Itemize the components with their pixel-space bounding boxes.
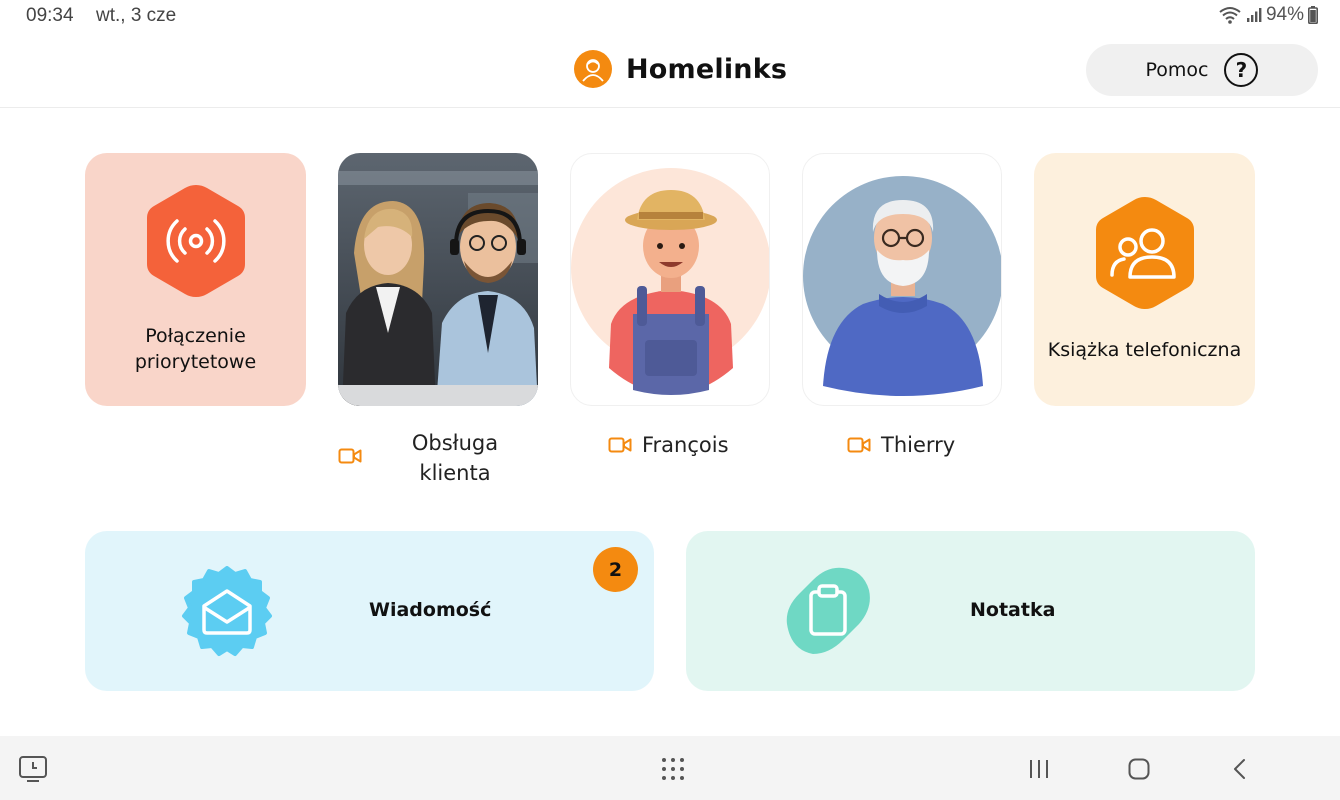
unread-count-badge: 2	[593, 547, 638, 592]
back-icon[interactable]	[1224, 752, 1258, 786]
envelope-icon	[182, 566, 272, 656]
brand: Homelinks	[574, 50, 787, 88]
messages-card[interactable]: Wiadomość 2	[85, 531, 654, 691]
notes-label: Notatka	[970, 599, 1056, 621]
contact-card-francois[interactable]	[570, 153, 770, 406]
apps-grid-icon[interactable]	[656, 752, 690, 786]
recent-apps-icon[interactable]	[1022, 752, 1056, 786]
notes-card[interactable]: Notatka	[686, 531, 1255, 691]
phonebook-label: Książka telefoniczna	[1047, 339, 1242, 361]
priority-call-label-line2: priorytetowe	[134, 351, 257, 373]
contact-name-customer-service[interactable]: Obsługa klienta	[338, 428, 538, 488]
video-camera-icon	[847, 436, 871, 454]
francois-name: François	[642, 433, 729, 457]
status-indicators: 94%	[1218, 4, 1318, 26]
wifi-icon	[1218, 6, 1242, 24]
battery-icon	[1308, 6, 1318, 24]
broadcast-icon	[146, 185, 245, 297]
francois-avatar	[571, 168, 769, 395]
contacts-group-icon	[1095, 197, 1194, 309]
thierry-avatar	[803, 176, 1001, 396]
priority-call-tile[interactable]: Połączenie priorytetowe	[85, 153, 306, 406]
phonebook-tile[interactable]: Książka telefoniczna	[1034, 153, 1255, 406]
clipboard-icon	[786, 567, 870, 654]
messages-label: Wiadomość	[369, 599, 492, 621]
status-date: wt., 3 cze	[96, 5, 177, 26]
priority-call-label-line1: Połączenie	[145, 325, 246, 347]
customer-service-name-line2: klienta	[419, 461, 491, 485]
question-mark-icon: ?	[1224, 53, 1259, 87]
status-time: 09:34	[26, 5, 74, 26]
screen-time-icon[interactable]	[16, 752, 50, 786]
contact-card-customer-service[interactable]	[338, 153, 538, 406]
status-bar: 09:34 wt., 3 cze 94%	[0, 0, 1340, 32]
user-avatar-icon	[574, 50, 612, 88]
app-header: Homelinks Pomoc ?	[0, 32, 1340, 108]
thierry-name: Thierry	[881, 433, 956, 457]
video-camera-icon	[338, 447, 362, 465]
contact-name-thierry[interactable]: Thierry	[847, 430, 955, 460]
signal-icon	[1246, 7, 1262, 23]
battery-percent: 94%	[1265, 4, 1304, 25]
system-nav-bar	[0, 736, 1340, 800]
home-icon[interactable]	[1122, 752, 1156, 786]
contact-card-thierry[interactable]	[802, 153, 1002, 406]
priority-call-label: Połączenie priorytetowe	[85, 323, 306, 375]
help-label: Pomoc	[1145, 59, 1209, 81]
contact-name-francois[interactable]: François	[608, 430, 729, 460]
customer-service-photo	[338, 153, 538, 406]
video-camera-icon	[608, 436, 632, 454]
app-title: Homelinks	[626, 53, 788, 85]
customer-service-name-line1: Obsługa	[411, 431, 499, 455]
help-button[interactable]: Pomoc ?	[1086, 44, 1318, 96]
